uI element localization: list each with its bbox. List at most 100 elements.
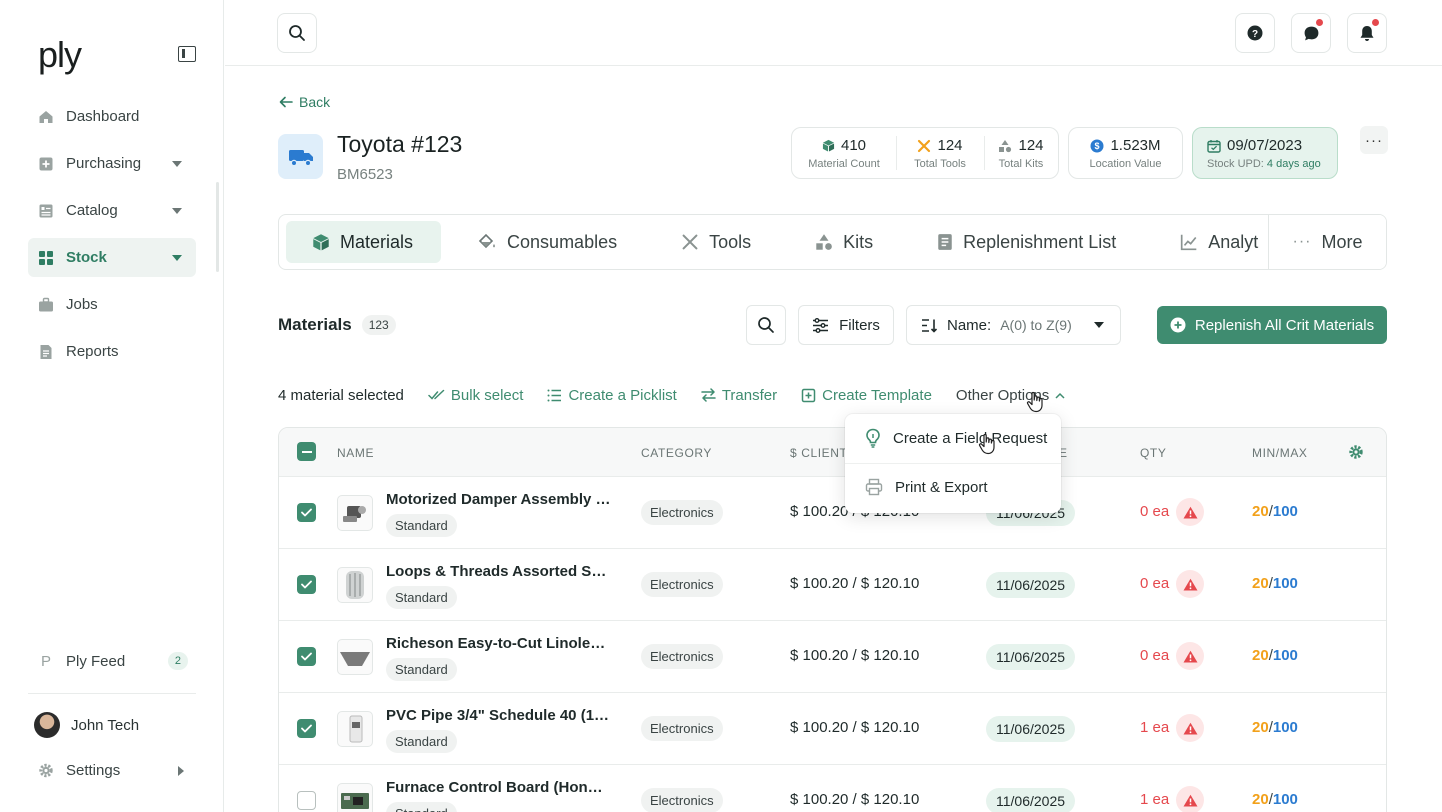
- sidebar-item-dashboard[interactable]: Dashboard: [28, 97, 196, 136]
- category-badge: Electronics: [641, 644, 723, 669]
- create-template-button[interactable]: Create Template: [801, 387, 932, 404]
- sidebar-item-ply-feed[interactable]: P Ply Feed 2: [38, 648, 188, 674]
- select-all-checkbox[interactable]: [297, 442, 316, 461]
- create-picklist-button[interactable]: Create a Picklist: [547, 386, 677, 404]
- row-checkbox[interactable]: [297, 647, 316, 666]
- tab-consumables[interactable]: Consumables: [441, 221, 637, 263]
- more-options-button[interactable]: ···: [1360, 126, 1388, 154]
- category-badge: Electronics: [641, 788, 723, 812]
- menu-item-label: Create a Field Request: [893, 429, 1048, 447]
- product-name[interactable]: Richeson Easy-to-Cut Linoleum Block: [386, 635, 611, 652]
- other-options-button[interactable]: Other Options: [956, 387, 1065, 404]
- table-row[interactable]: Loops & Threads Assorted Solid Yarn Stand…: [279, 549, 1386, 621]
- chevron-down-icon[interactable]: [172, 208, 182, 214]
- back-link[interactable]: Back: [279, 94, 330, 110]
- arrow-left-icon: [279, 96, 293, 108]
- sidebar-item-catalog[interactable]: Catalog: [28, 191, 196, 230]
- filters-label: Filters: [839, 316, 880, 334]
- materials-table: NAME CATEGORY $ CLIENT E QTY MIN/MAX Mot…: [278, 427, 1387, 812]
- row-checkbox[interactable]: [297, 503, 316, 522]
- hand-cursor-icon: [1026, 391, 1043, 413]
- chevron-down-icon[interactable]: [172, 161, 182, 167]
- tools-icon: [682, 234, 698, 250]
- product-name[interactable]: Furnace Control Board (Honeywell): [386, 779, 611, 796]
- check-icon: [301, 508, 312, 517]
- table-row[interactable]: Richeson Easy-to-Cut Linoleum Block Stand…: [279, 621, 1386, 693]
- tab-replenishment-list[interactable]: Replenishment List: [893, 221, 1136, 263]
- column-header-min-max[interactable]: MIN/MAX: [1252, 446, 1308, 460]
- gear-icon[interactable]: [1348, 444, 1364, 460]
- transfer-button[interactable]: Transfer: [701, 387, 777, 404]
- bulk-actions-bar: 4 material selected Bulk select Create a…: [278, 385, 1065, 405]
- user-profile[interactable]: John Tech: [34, 712, 139, 738]
- row-checkbox[interactable]: [297, 575, 316, 594]
- transfer-label: Transfer: [721, 386, 778, 404]
- sidebar-collapse-icon[interactable]: [178, 46, 196, 62]
- tab-materials[interactable]: Materials: [286, 221, 442, 263]
- messages-button[interactable]: [1291, 13, 1331, 53]
- column-header-client-price[interactable]: $ CLIENT: [790, 446, 847, 460]
- help-button[interactable]: ?: [1235, 13, 1275, 53]
- table-row[interactable]: Motorized Damper Assembly (Honeywell) Sta…: [279, 477, 1386, 549]
- client-price: $ 100.20 / $ 120.10: [790, 647, 920, 664]
- chevron-right-icon: [178, 765, 184, 776]
- sidebar-item-reports[interactable]: Reports: [28, 332, 196, 371]
- product-name[interactable]: Loops & Threads Assorted Solid Yarn: [386, 563, 611, 580]
- row-checkbox[interactable]: [297, 791, 316, 810]
- product-type-badge: Standard: [386, 586, 457, 609]
- table-search-button[interactable]: [746, 305, 786, 345]
- notifications-button[interactable]: [1347, 13, 1387, 53]
- stat-label: Location Value: [1089, 158, 1162, 170]
- sidebar-item-jobs[interactable]: Jobs: [28, 285, 196, 324]
- menu-item-create-field-request[interactable]: Create a Field Request: [865, 428, 1047, 448]
- bulk-select-button[interactable]: Bulk select: [428, 387, 523, 404]
- chevron-down-icon[interactable]: [172, 255, 182, 261]
- sort-label: Name:: [947, 316, 992, 334]
- column-header-name[interactable]: NAME: [337, 446, 374, 460]
- column-header-category[interactable]: CATEGORY: [641, 446, 712, 460]
- tabs-more-button[interactable]: ··· More: [1268, 215, 1386, 269]
- ply-feed-icon: P: [40, 652, 51, 670]
- min-value: 20: [1252, 647, 1269, 664]
- create-picklist-label: Create a Picklist: [568, 386, 677, 404]
- coin-icon: $: [1090, 139, 1104, 152]
- filters-button[interactable]: Filters: [798, 305, 894, 345]
- sidebar-item-stock[interactable]: Stock: [28, 238, 196, 277]
- sort-dropdown[interactable]: Name: A(0) to Z(9): [906, 305, 1121, 345]
- category-badge: Electronics: [641, 716, 723, 741]
- tabs-more-label: More: [1321, 231, 1363, 252]
- divider: [845, 463, 1061, 464]
- tab-analytics[interactable]: Analyt: [1136, 221, 1278, 263]
- min-value: 20: [1252, 791, 1269, 808]
- tab-tools[interactable]: Tools: [637, 221, 771, 263]
- selection-count: 4 material selected: [278, 386, 404, 404]
- product-name[interactable]: PVC Pipe 3/4" Schedule 40 (10 ft): [386, 707, 611, 724]
- tab-label: Materials: [340, 231, 414, 252]
- sort-icon: [922, 318, 938, 333]
- tab-label: Analyt: [1208, 231, 1259, 252]
- list-icon: [938, 234, 952, 250]
- chevron-up-icon: [1055, 392, 1065, 399]
- warning-triangle-icon: [1176, 498, 1204, 526]
- tools-icon: [918, 139, 931, 152]
- column-header-qty[interactable]: QTY: [1140, 446, 1166, 460]
- divider: [28, 693, 196, 694]
- stat-value: 09/07/2023: [1227, 137, 1303, 154]
- hand-cursor-icon: [978, 433, 995, 455]
- sidebar-item-purchasing[interactable]: Purchasing: [28, 144, 196, 183]
- sidebar-scrollbar[interactable]: [216, 182, 219, 272]
- table-row[interactable]: PVC Pipe 3/4" Schedule 40 (10 ft) Standar…: [279, 693, 1386, 765]
- row-checkbox[interactable]: [297, 719, 316, 738]
- check-icon: [301, 580, 312, 589]
- replenish-all-button[interactable]: Replenish All Crit Materials: [1157, 306, 1387, 344]
- table-row[interactable]: Furnace Control Board (Honeywell) Standar…: [279, 765, 1386, 812]
- tab-kits[interactable]: Kits: [771, 221, 893, 263]
- search-button[interactable]: [277, 13, 317, 53]
- ply-logo[interactable]: ply: [38, 34, 82, 76]
- product-name[interactable]: Motorized Damper Assembly (Honeywell): [386, 491, 611, 508]
- menu-item-print-export[interactable]: Print & Export: [865, 478, 988, 496]
- minus-icon: [301, 450, 312, 453]
- home-icon: [38, 109, 54, 125]
- sidebar-item-settings[interactable]: Settings: [38, 762, 184, 779]
- check-icon: [301, 652, 312, 661]
